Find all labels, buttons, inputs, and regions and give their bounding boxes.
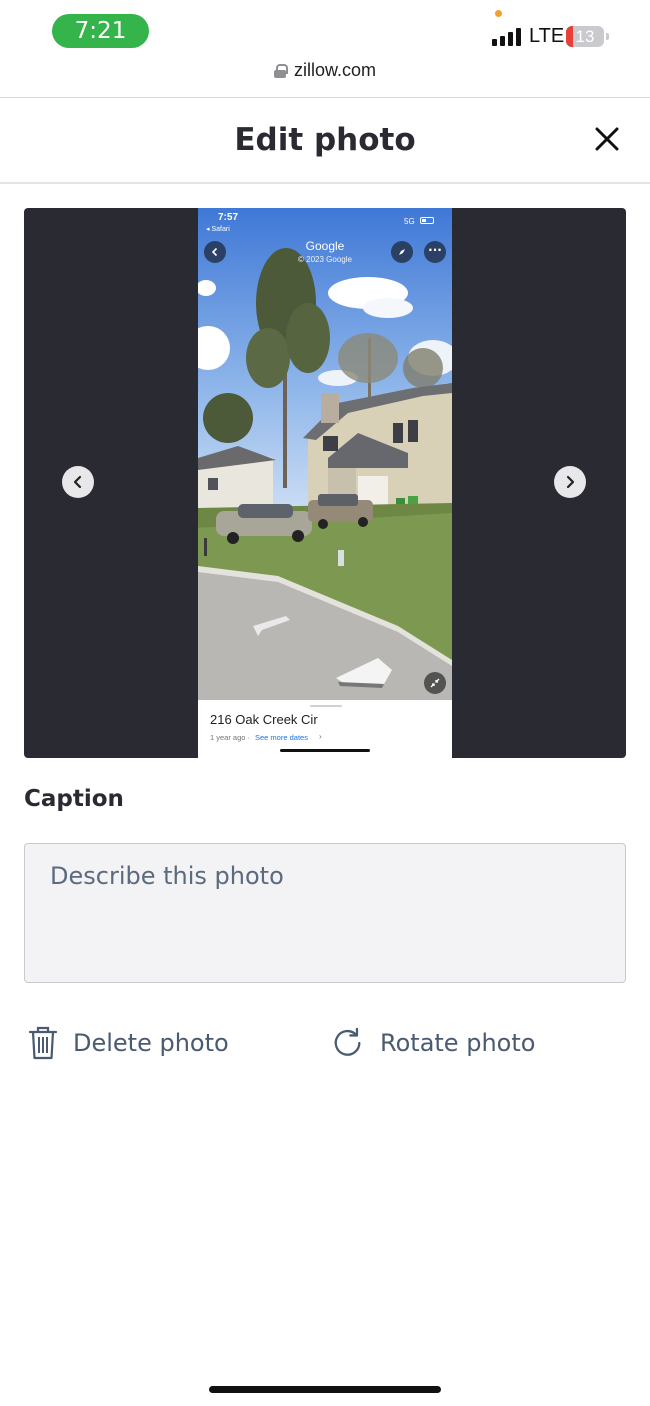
embedded-see-more-dates: See more dates xyxy=(255,733,308,742)
status-time: 7:21 xyxy=(52,14,149,48)
embedded-battery-icon xyxy=(420,217,434,224)
network-type: LTE xyxy=(529,25,565,47)
embedded-network: 5G xyxy=(404,217,415,226)
photo-viewer: 7:57 ◂ Safari 5G Google © 2023 Google ··… xyxy=(24,208,626,758)
rotate-icon xyxy=(331,1024,365,1062)
uploaded-photo: 7:57 ◂ Safari 5G Google © 2023 Google ··… xyxy=(198,208,452,758)
battery-icon: 13 xyxy=(566,26,604,47)
embedded-copyright: © 2023 Google xyxy=(298,255,352,264)
browser-address-bar[interactable]: zillow.com xyxy=(0,60,650,98)
modal-header: Edit photo xyxy=(0,98,650,184)
embedded-compass-icon xyxy=(391,241,413,263)
chevron-right-icon xyxy=(566,475,575,489)
home-indicator xyxy=(209,1386,441,1393)
page-title: Edit photo xyxy=(234,122,416,158)
battery-tip xyxy=(606,33,609,40)
embedded-place-age: 1 year ago · xyxy=(210,733,251,742)
embedded-status-bar: 7:57 ◂ Safari 5G xyxy=(198,208,452,238)
trash-icon xyxy=(26,1024,60,1062)
status-bar: 7:21 LTE 13 xyxy=(0,0,650,60)
next-photo-button[interactable] xyxy=(554,466,586,498)
embedded-back-icon xyxy=(204,241,226,263)
rotate-photo-button[interactable]: Rotate photo xyxy=(331,1023,535,1063)
embedded-card-grabber xyxy=(310,705,342,707)
previous-photo-button[interactable] xyxy=(62,466,94,498)
embedded-collapse-icon xyxy=(424,672,446,694)
privacy-indicator-dot xyxy=(495,10,502,17)
caption-label: Caption xyxy=(24,786,124,812)
url-text: zillow.com xyxy=(293,60,377,80)
rotate-photo-label: Rotate photo xyxy=(380,1029,536,1057)
lock-icon xyxy=(273,63,288,78)
chevron-left-icon xyxy=(73,475,82,489)
delete-photo-button[interactable]: Delete photo xyxy=(26,1023,229,1063)
close-button[interactable] xyxy=(590,122,624,156)
street-view-scene: 7:57 ◂ Safari 5G Google © 2023 Google ··… xyxy=(198,208,452,700)
embedded-place-name: 216 Oak Creek Cir xyxy=(210,712,318,727)
cellular-signal-icon xyxy=(492,28,522,46)
embedded-map-title: Google xyxy=(305,239,345,253)
close-icon xyxy=(595,127,619,151)
embedded-chevron-right-icon: › xyxy=(319,732,322,741)
embedded-back-to-safari: ◂ Safari xyxy=(206,226,230,233)
embedded-time: 7:57 xyxy=(218,212,239,223)
embedded-home-indicator xyxy=(280,749,370,752)
embedded-more-icon: ··· xyxy=(424,241,446,263)
delete-photo-label: Delete photo xyxy=(73,1029,229,1057)
battery-level: 13 xyxy=(575,27,595,46)
caption-input[interactable] xyxy=(24,843,626,983)
